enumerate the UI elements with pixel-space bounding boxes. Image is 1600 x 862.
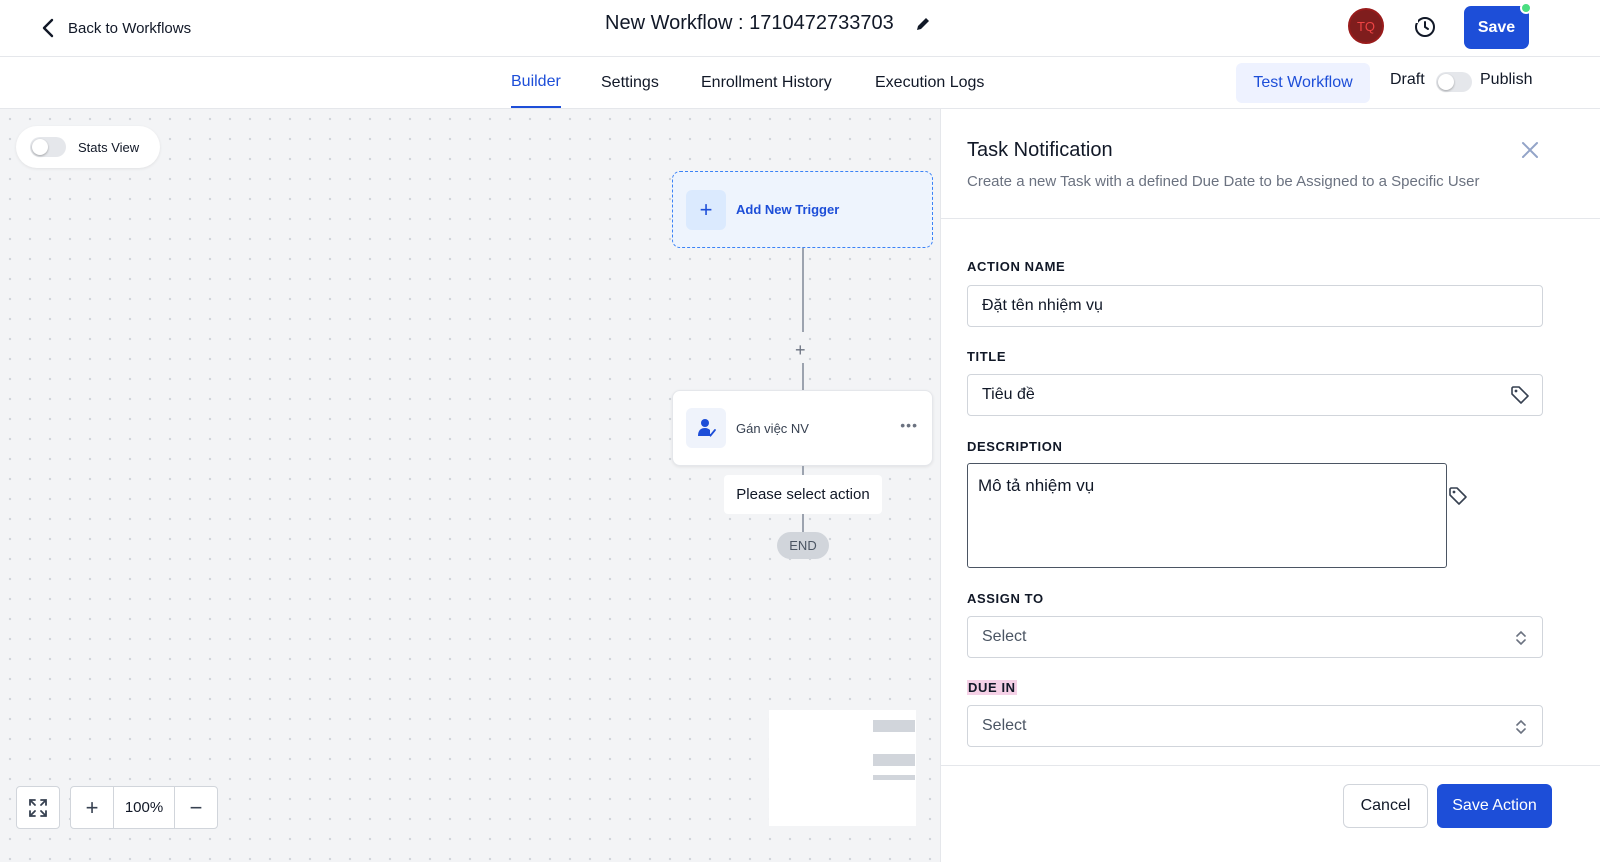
workflow-canvas[interactable]: Stats View + Add New Trigger + Gán việc … xyxy=(0,109,940,862)
status-dot xyxy=(1520,2,1532,14)
assign-to-label: ASSIGN TO xyxy=(967,591,1044,606)
minimap-node xyxy=(873,775,915,780)
tab-execution-logs[interactable]: Execution Logs xyxy=(875,57,984,108)
connector-line xyxy=(802,248,804,332)
panel-title: Task Notification xyxy=(967,139,1113,161)
minimap[interactable] xyxy=(769,710,916,826)
action-name-input[interactable]: Đặt tên nhiệm vụ xyxy=(967,285,1543,327)
add-trigger-node[interactable]: + Add New Trigger xyxy=(672,171,933,248)
panel-subtitle: Create a new Task with a defined Due Dat… xyxy=(967,173,1480,190)
stats-switch[interactable] xyxy=(30,137,66,157)
fit-view-control xyxy=(16,786,60,829)
due-in-label: DUE IN xyxy=(967,680,1017,695)
assign-to-value: Select xyxy=(982,628,1027,645)
description-textarea[interactable]: Mô tả nhiệm vụ xyxy=(967,463,1447,568)
assign-to-select[interactable]: Select xyxy=(967,616,1543,658)
stats-view-toggle[interactable]: Stats View xyxy=(16,126,160,168)
back-to-workflows-link[interactable]: Back to Workflows xyxy=(40,14,191,42)
chevron-updown-icon xyxy=(1516,719,1526,735)
end-node: END xyxy=(777,532,829,559)
top-header: Back to Workflows New Workflow : 1710472… xyxy=(0,0,1600,57)
due-in-select[interactable]: Select xyxy=(967,705,1543,747)
tab-builder[interactable]: Builder xyxy=(511,57,561,108)
chevron-left-icon xyxy=(42,18,54,38)
tab-settings[interactable]: Settings xyxy=(601,57,659,108)
title-input[interactable]: Tiêu đề xyxy=(967,374,1543,416)
action-name-label: ACTION NAME xyxy=(967,259,1066,274)
test-workflow-button[interactable]: Test Workflow xyxy=(1236,63,1370,103)
workflow-title-group: New Workflow : 1710472733703 xyxy=(605,12,932,35)
select-action-tooltip: Please select action xyxy=(724,475,882,514)
zoom-out-button[interactable]: − xyxy=(175,787,217,828)
edit-pencil-icon[interactable] xyxy=(914,15,932,33)
action-node-label: Gán việc NV xyxy=(736,420,809,436)
workflow-title: New Workflow : 1710472733703 xyxy=(605,12,894,34)
tab-enrollment-history[interactable]: Enrollment History xyxy=(701,57,832,108)
assign-user-icon xyxy=(686,408,726,448)
user-avatar[interactable]: TQ xyxy=(1348,8,1384,44)
publish-label: Publish xyxy=(1480,71,1533,88)
save-button[interactable]: Save xyxy=(1464,6,1529,49)
minimap-node xyxy=(873,754,915,766)
draft-label: Draft xyxy=(1390,71,1425,88)
add-step-plus-icon[interactable]: + xyxy=(795,340,806,361)
due-in-value: Select xyxy=(982,717,1027,734)
zoom-level: 100% xyxy=(113,787,175,828)
chevron-updown-icon xyxy=(1516,630,1526,646)
tag-icon[interactable] xyxy=(1510,385,1530,405)
panel-divider xyxy=(941,218,1600,219)
add-trigger-label: Add New Trigger xyxy=(736,202,840,217)
sub-navigation: Builder Settings Enrollment History Exec… xyxy=(0,57,1600,109)
plus-icon: + xyxy=(686,189,726,230)
cancel-button[interactable]: Cancel xyxy=(1343,784,1428,828)
minimap-node xyxy=(873,720,915,732)
description-label: DESCRIPTION xyxy=(967,439,1063,454)
zoom-in-button[interactable]: + xyxy=(71,787,113,828)
back-label: Back to Workflows xyxy=(68,19,192,37)
task-notification-panel: Task Notification Create a new Task with… xyxy=(940,109,1600,862)
title-value: Tiêu đề xyxy=(982,386,1035,403)
close-icon[interactable] xyxy=(1519,139,1541,161)
footer-divider xyxy=(941,765,1600,766)
history-clock-icon[interactable] xyxy=(1411,13,1439,41)
tag-icon[interactable] xyxy=(1448,486,1468,506)
more-options-icon[interactable]: ••• xyxy=(900,417,918,433)
stats-view-label: Stats View xyxy=(78,139,140,155)
zoom-controls: + 100% − xyxy=(16,786,218,829)
save-action-button[interactable]: Save Action xyxy=(1437,784,1552,828)
zoom-stepper: + 100% − xyxy=(70,786,218,829)
action-node[interactable]: Gán việc NV ••• xyxy=(672,390,933,466)
title-label: TITLE xyxy=(967,349,1007,364)
fit-view-icon[interactable] xyxy=(17,787,59,828)
publish-toggle[interactable] xyxy=(1436,72,1472,92)
connector-line xyxy=(802,363,804,390)
